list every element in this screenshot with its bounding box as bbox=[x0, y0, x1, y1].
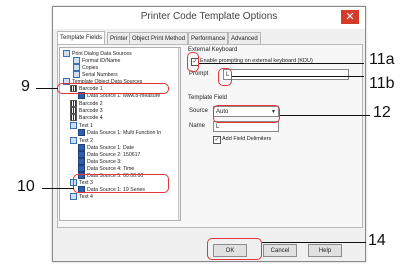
callout-line-9 bbox=[36, 88, 58, 89]
highlight-source-select bbox=[213, 105, 280, 123]
help-button[interactable]: Help bbox=[308, 244, 342, 257]
callout-11b: 11b bbox=[369, 75, 395, 92]
field-icon bbox=[73, 57, 80, 64]
highlight-prompt-field bbox=[218, 68, 232, 86]
tree-item[interactable]: Barcode 4 bbox=[70, 114, 103, 122]
cancel-button[interactable]: Cancel bbox=[263, 244, 297, 257]
barcode-icon bbox=[70, 114, 77, 121]
dialog-title: Printer Code Template Options bbox=[140, 11, 278, 22]
highlight-kdu-checkbox bbox=[187, 52, 199, 72]
field-icon bbox=[73, 71, 80, 78]
text-icon bbox=[70, 193, 77, 200]
callout-10: 10 bbox=[17, 178, 35, 195]
close-button[interactable]: ✕ bbox=[341, 10, 359, 24]
text-icon bbox=[70, 122, 77, 129]
doc-icon bbox=[78, 151, 85, 158]
scroll-down-icon[interactable]: ▼ bbox=[179, 214, 181, 220]
tab-template-fields[interactable]: Template Fields bbox=[57, 31, 106, 45]
callout-line-12 bbox=[280, 115, 370, 116]
callout-12: 12 bbox=[373, 104, 391, 121]
scroll-thumb[interactable] bbox=[180, 54, 181, 102]
barcode-icon bbox=[70, 100, 77, 107]
prompt-input[interactable]: L bbox=[223, 69, 349, 80]
tree-item[interactable]: Text 4 bbox=[70, 193, 93, 201]
doc-icon bbox=[78, 158, 85, 165]
callout-line-10 bbox=[42, 188, 74, 189]
doc-icon bbox=[78, 144, 85, 151]
doc-icon bbox=[78, 129, 85, 136]
highlight-template-object-data-sources bbox=[57, 83, 169, 94]
highlight-ok-button bbox=[207, 238, 262, 260]
tree-item[interactable]: Data Source 1: Multi Function In bbox=[78, 129, 161, 137]
barcode-icon bbox=[70, 107, 77, 114]
text-icon bbox=[70, 137, 77, 144]
tree-scrollbar[interactable]: ▲ ▼ bbox=[178, 48, 181, 220]
highlight-data-source-5 bbox=[73, 174, 169, 193]
callout-line-14 bbox=[262, 242, 366, 243]
doc-icon bbox=[78, 165, 85, 172]
template-field-tree[interactable]: Print Dialog Data Sources Format ID/Name… bbox=[59, 47, 181, 221]
callout-11a: 11a bbox=[369, 51, 395, 68]
callout-14: 14 bbox=[368, 232, 386, 249]
name-label: Name bbox=[189, 123, 206, 129]
source-label: Source bbox=[189, 108, 209, 114]
field-icon bbox=[73, 64, 80, 71]
folder-icon bbox=[63, 50, 70, 57]
callout-line-11b bbox=[232, 76, 364, 77]
callout-9: 9 bbox=[21, 78, 30, 95]
template-field-label: Template Field bbox=[188, 95, 228, 101]
callout-line-11a bbox=[199, 63, 364, 64]
add-field-delimiters-label: Add Field Delimiters bbox=[222, 136, 272, 142]
title-bar: Printer Code Template Options ✕ bbox=[53, 7, 365, 29]
printer-code-template-options-dialog: Printer Code Template Options ✕ Template… bbox=[52, 6, 366, 262]
add-field-delimiters-checkbox[interactable]: ✓ bbox=[213, 136, 221, 144]
